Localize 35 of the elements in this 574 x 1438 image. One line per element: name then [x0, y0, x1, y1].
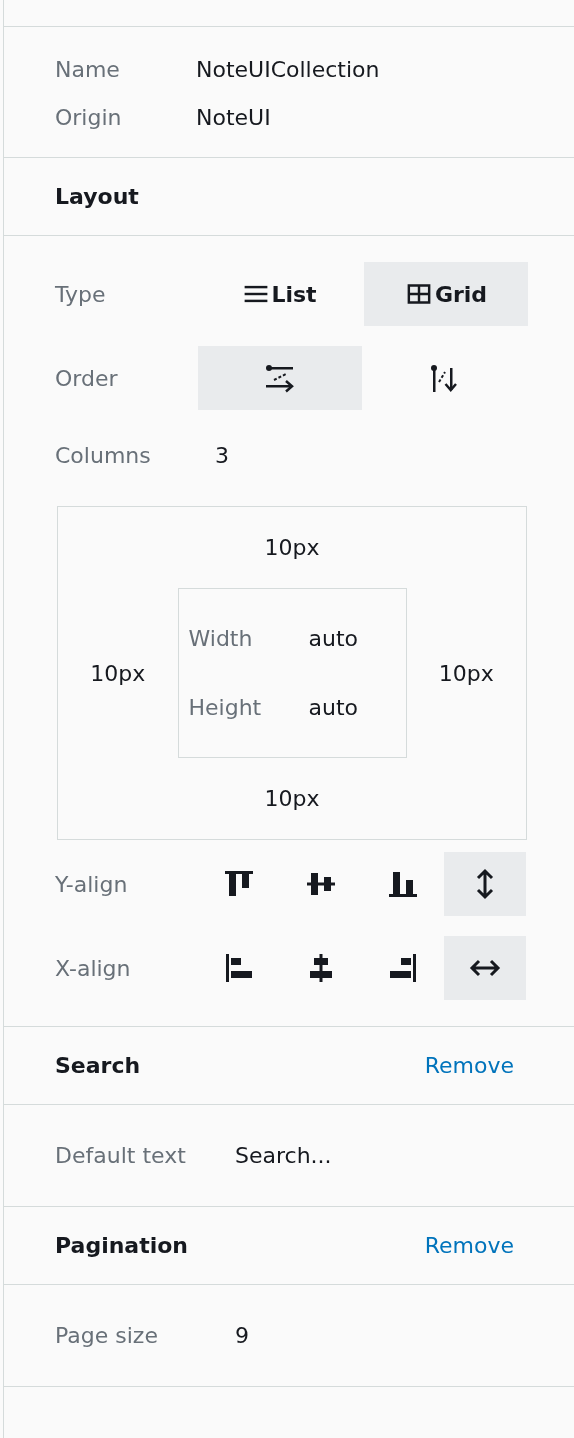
layout-type-button[interactable]: Grid [364, 262, 528, 326]
field-value: NoteUI [196, 104, 271, 130]
layout-type-button[interactable]: List [198, 262, 362, 326]
field-value: 3 [215, 442, 229, 468]
option-button[interactable] [444, 852, 526, 916]
field-value: Search... [235, 1143, 332, 1168]
section-title: Layout [55, 184, 139, 209]
field-label: Default text [55, 1143, 187, 1168]
field-value: 9 [235, 1323, 249, 1348]
field-label: Y-align [55, 871, 129, 897]
section-title: Pagination [55, 1233, 188, 1258]
align-left-icon [223, 952, 255, 984]
section-title: Search [55, 1053, 141, 1078]
remove-link[interactable]: Remove [424, 1233, 514, 1258]
field-label: Origin [55, 104, 123, 130]
field-label: Order [55, 365, 119, 391]
field-label: Page size [55, 1323, 159, 1348]
field-label: Height [188, 695, 263, 720]
field-label: Columns [55, 442, 152, 468]
field-value: auto [308, 695, 359, 720]
field-label: Type [55, 281, 107, 307]
field-value: auto [308, 626, 359, 651]
field-label: Width [188, 626, 254, 651]
field-label: X-align [55, 955, 132, 981]
horizontal-order-icon [264, 362, 296, 394]
spacing-value: 10px [264, 535, 320, 560]
field-value: NoteUICollection [196, 56, 380, 82]
option-button[interactable] [444, 936, 526, 1000]
spacing-value: 10px [438, 660, 494, 686]
spacing-value: 10px [264, 786, 320, 811]
remove-link[interactable]: Remove [424, 1053, 514, 1078]
vertical-order-icon [428, 362, 460, 394]
field-label: Name [55, 56, 121, 82]
spacing-value: 10px [90, 660, 146, 686]
align-right-icon [387, 952, 419, 984]
